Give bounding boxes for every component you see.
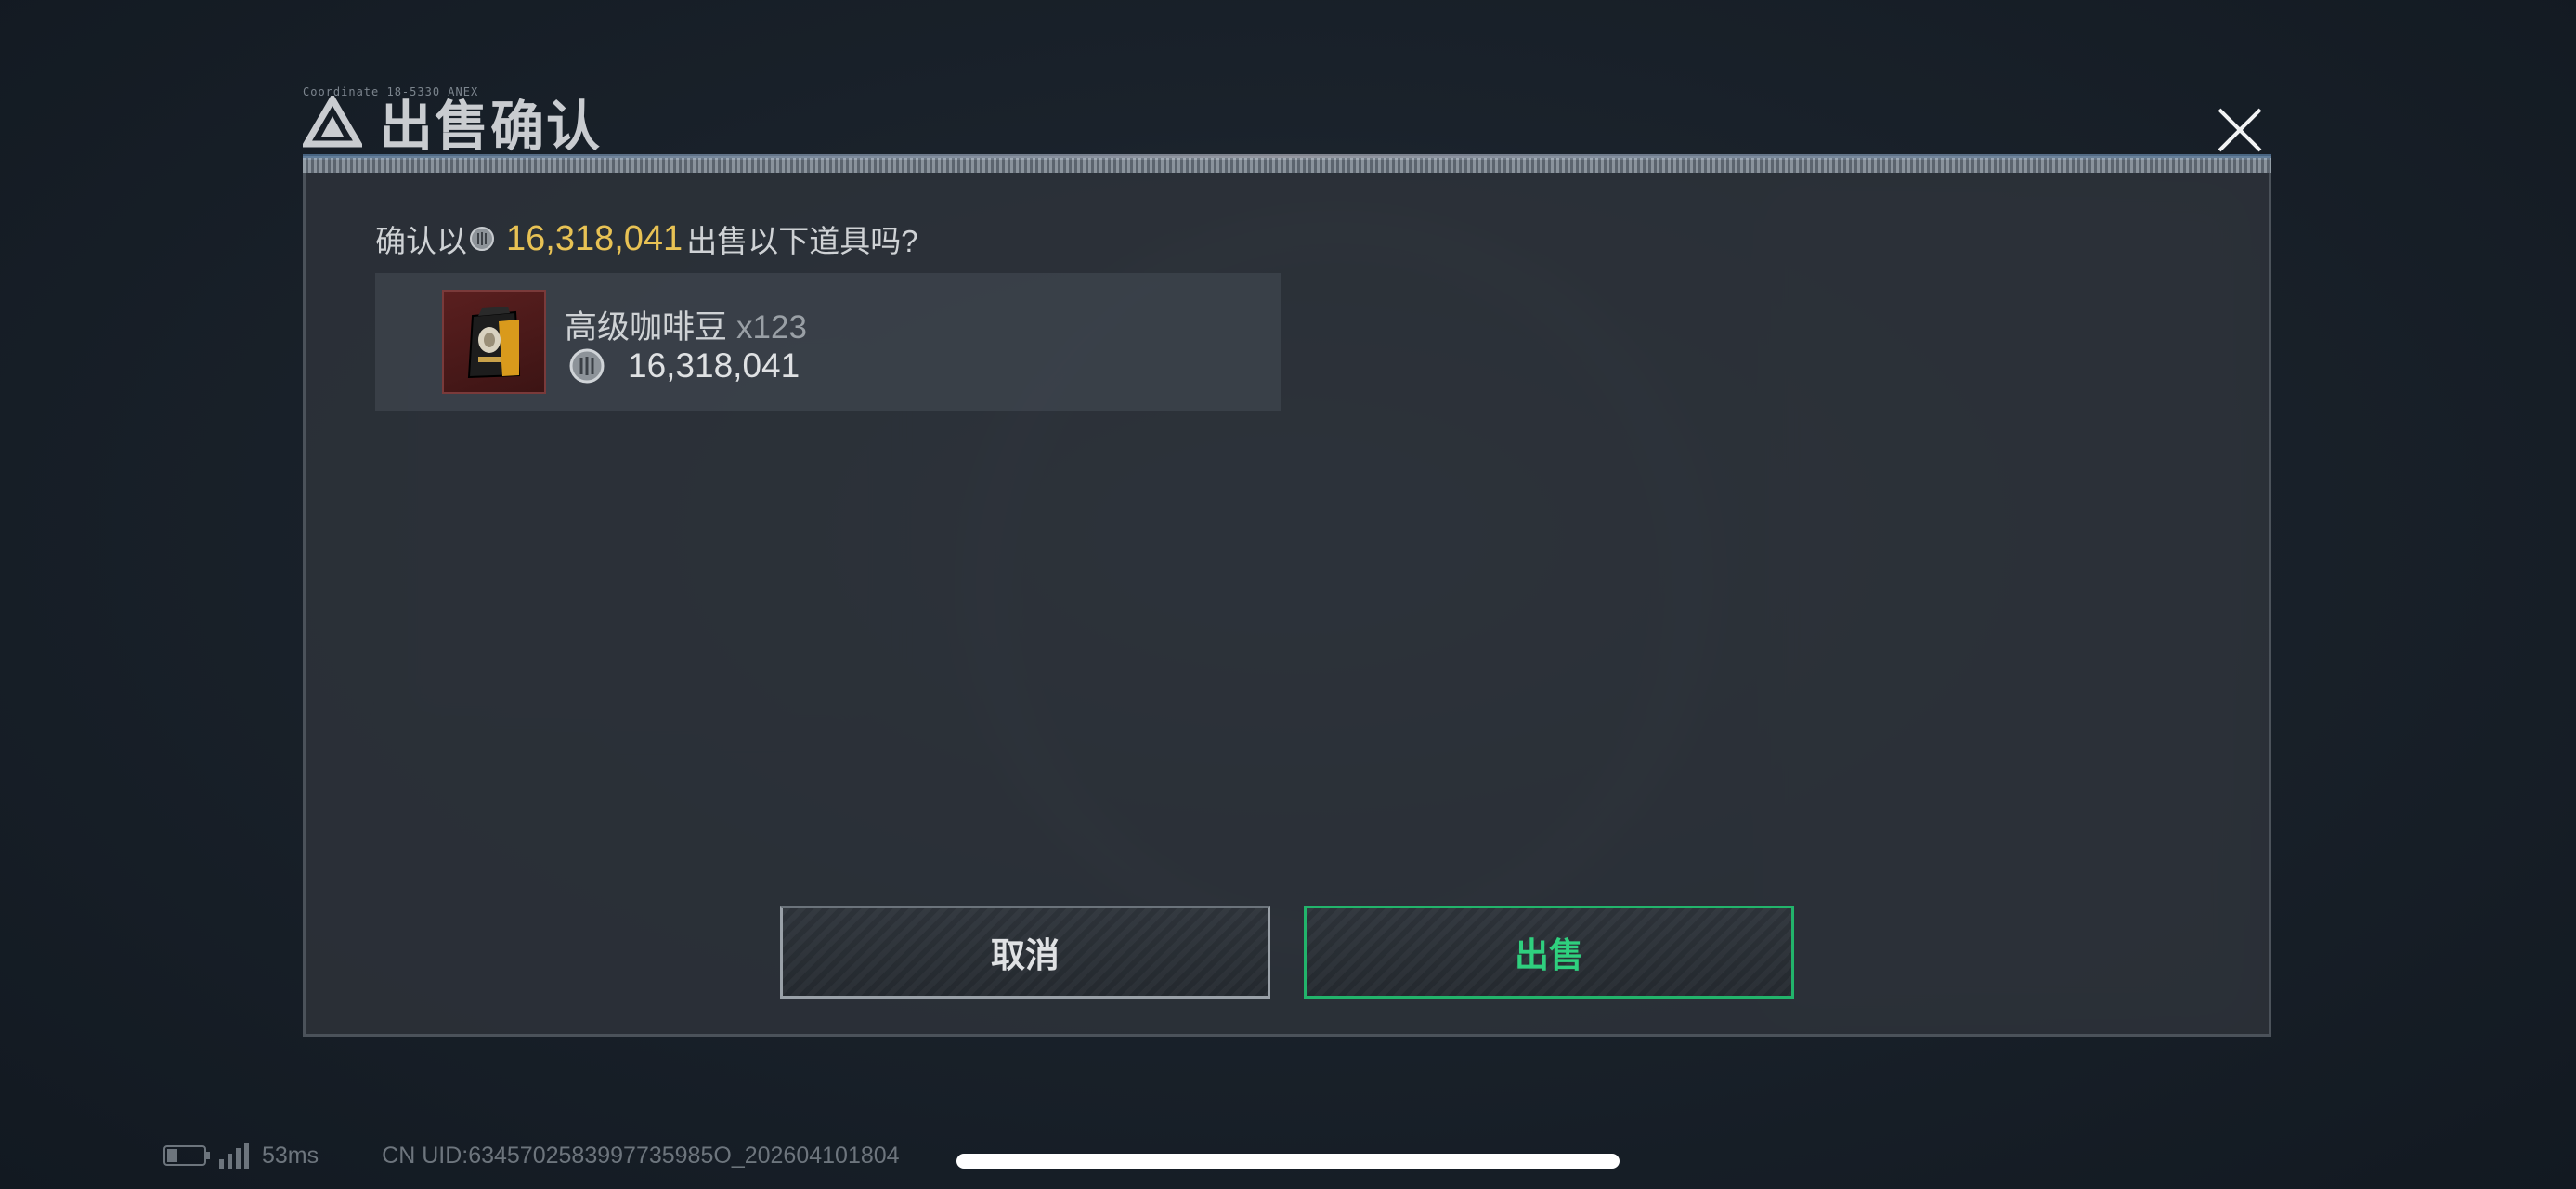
dialog-title: 出售确认	[379, 97, 603, 157]
item-quantity: x123	[736, 309, 807, 346]
item-price-row: 16,318,041	[568, 346, 800, 386]
confirm-suffix: 出售以下道具吗?	[686, 224, 918, 258]
home-indicator[interactable]	[956, 1154, 1620, 1169]
item-thumbnail	[442, 290, 546, 394]
item-price: 16,318,041	[628, 346, 800, 385]
cancel-button[interactable]: 取消	[780, 906, 1270, 999]
coin-icon	[569, 348, 605, 384]
item-name-row: 高级咖啡豆 x123	[565, 301, 807, 348]
item-name: 高级咖啡豆	[565, 309, 728, 346]
triangle-logo-icon	[303, 96, 362, 148]
cancel-label: 取消	[991, 936, 1060, 974]
coffee-bean-bag-icon	[467, 307, 521, 379]
coin-icon	[470, 227, 494, 251]
close-button[interactable]	[2212, 102, 2268, 158]
dialog-header: 出售确认	[303, 89, 602, 157]
latency-text: 53ms	[262, 1142, 319, 1169]
item-card[interactable]: 高级咖啡豆 x123 16,318,041	[375, 273, 1281, 411]
close-icon	[2218, 108, 2262, 152]
sell-button[interactable]: 出售	[1304, 906, 1794, 999]
confirm-amount: 16,318,041	[506, 218, 683, 258]
confirm-prefix: 确认以	[375, 224, 467, 258]
confirm-message: 确认以 16,318,041 出售以下道具吗?	[375, 216, 918, 262]
battery-icon	[163, 1145, 210, 1166]
uid-text: CN UID:6345702583997735985O_202604101804	[382, 1142, 900, 1169]
signal-icon	[219, 1143, 249, 1169]
status-bar: 53ms CN UID:6345702583997735985O_2026041…	[163, 1137, 900, 1174]
sell-label: 出售	[1515, 936, 1583, 974]
